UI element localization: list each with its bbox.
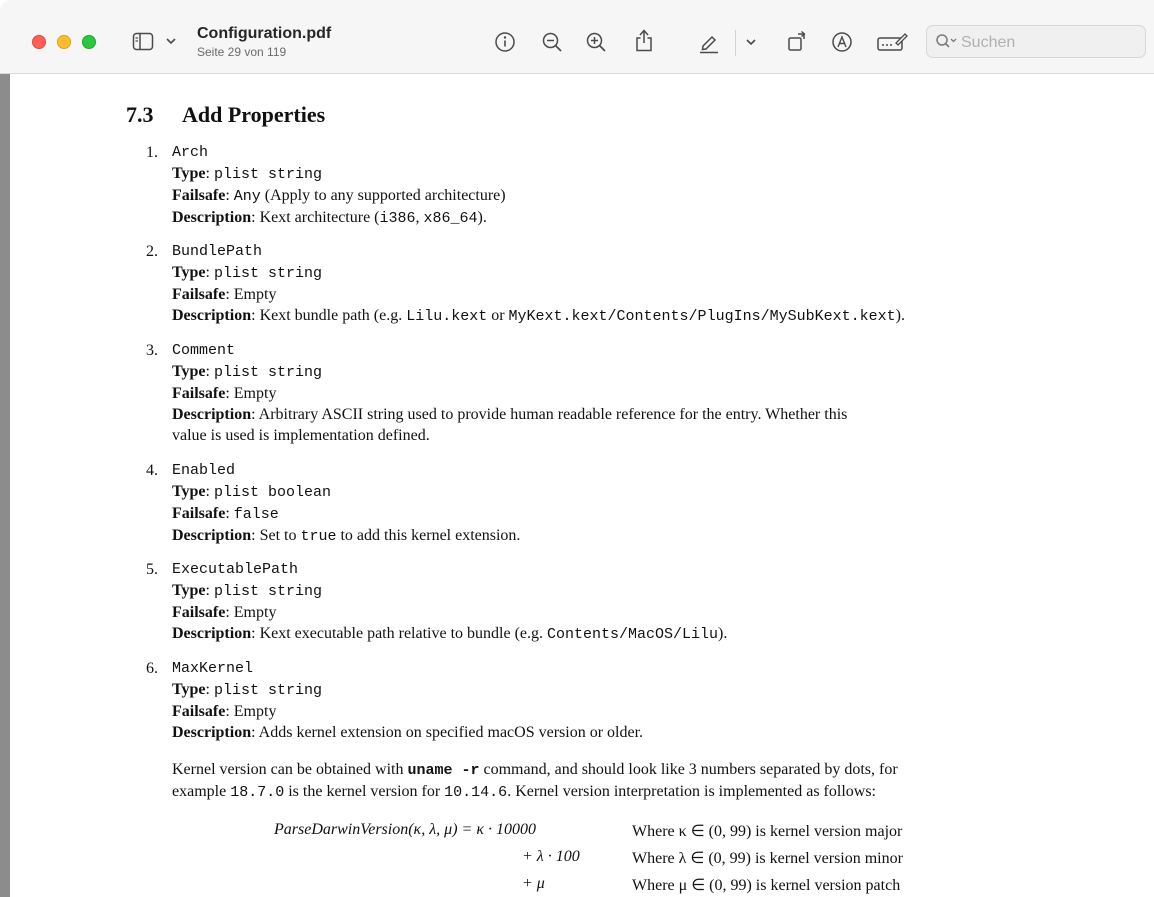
search-field[interactable]: Suchen <box>926 25 1146 58</box>
property-key: Arch <box>172 144 209 161</box>
pdf-page[interactable]: 7.3 Add Properties 1. Arch Type: plist st… <box>10 74 1154 897</box>
property-key: ExecutablePath <box>172 561 299 578</box>
markup-icon <box>832 32 852 52</box>
zoom-button[interactable] <box>82 35 96 49</box>
page-indicator: Seite 29 von 119 <box>197 45 287 59</box>
property-key: Enabled <box>172 462 236 479</box>
highlight-menu-chevron[interactable] <box>745 37 757 47</box>
property-key: Comment <box>172 342 236 359</box>
search-placeholder: Suchen <box>961 34 1016 51</box>
sidebar-toggle-button[interactable] <box>132 32 156 52</box>
equation-where-1: Where κ ∈ (0, 99) is kernel version majo… <box>632 823 903 840</box>
toolbar: Configuration.pdf Seite 29 von 119 Suche… <box>0 0 1154 74</box>
zoom-in-icon <box>586 32 606 52</box>
rotate-icon <box>788 31 806 51</box>
body-paragraph: Kernel version can be obtained with unam… <box>172 761 898 801</box>
info-button[interactable] <box>494 31 516 53</box>
list-item: 6. MaxKernel Type: plist string Failsafe… <box>146 658 1066 743</box>
list-item: 2. BundlePath Type: plist string Failsaf… <box>146 241 1066 327</box>
share-icon <box>636 29 652 52</box>
equation-line-3: + μ <box>522 875 545 892</box>
equation-where-2: Where λ ∈ (0, 99) is kernel version mino… <box>632 850 903 867</box>
share-button[interactable] <box>633 27 655 53</box>
property-key: MaxKernel <box>172 660 254 677</box>
property-key: BundlePath <box>172 243 263 260</box>
preview-window: Configuration.pdf Seite 29 von 119 Suche… <box>0 0 1154 897</box>
info-icon <box>495 32 515 52</box>
list-item: 4. Enabled Type: plist boolean Failsafe:… <box>146 460 1066 547</box>
page-gutter <box>0 74 10 897</box>
zoom-out-icon <box>542 32 562 52</box>
highlight-pen-icon <box>700 35 718 54</box>
search-icon <box>936 34 957 48</box>
section-heading: 7.3 Add Properties <box>126 102 326 127</box>
list-item: 1. Arch Type: plist string Failsafe: Any… <box>146 142 1066 229</box>
sidebar-icon <box>132 32 154 51</box>
markup-button[interactable] <box>831 31 853 53</box>
equation-where-3: Where μ ∈ (0, 99) is kernel version patc… <box>632 877 901 894</box>
list-item: 3. Comment Type: plist string Failsafe: … <box>146 340 1066 446</box>
document-title: Configuration.pdf <box>197 25 332 42</box>
minimize-button[interactable] <box>57 35 71 49</box>
form-fill-icon <box>877 33 908 51</box>
highlight-button[interactable] <box>697 30 721 54</box>
equation-line-2: + λ · 100 <box>522 848 580 865</box>
chevron-down-icon <box>166 38 176 45</box>
toolbar-separator <box>735 30 736 56</box>
rotate-button[interactable] <box>786 29 810 53</box>
close-button[interactable] <box>32 35 46 49</box>
sidebar-menu-chevron[interactable] <box>165 36 177 46</box>
form-fill-button[interactable] <box>876 30 908 54</box>
list-item: 5. ExecutablePath Type: plist string Fai… <box>146 559 1066 645</box>
zoom-out-button[interactable] <box>541 31 563 53</box>
chevron-down-icon <box>746 39 756 46</box>
zoom-in-button[interactable] <box>585 31 607 53</box>
equation-line-1: ParseDarwinVersion(κ, λ, μ) = κ · 10000 <box>274 821 536 838</box>
